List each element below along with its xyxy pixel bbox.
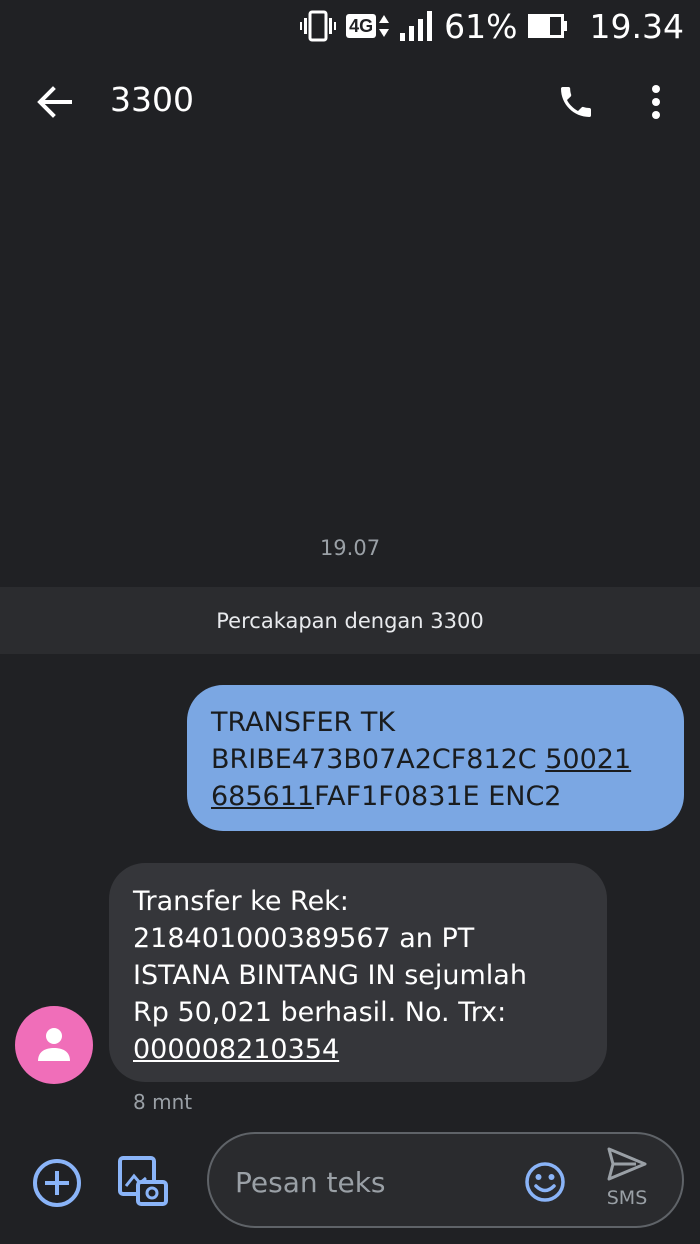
message-line: 685611FAF1F0831E ENC2 xyxy=(211,778,660,815)
send-icon xyxy=(607,1147,647,1181)
sender-avatar[interactable] xyxy=(15,1006,93,1084)
app-bar: 3300 xyxy=(0,60,700,144)
gallery-camera-icon xyxy=(118,1156,168,1206)
gallery-button[interactable] xyxy=(116,1154,170,1208)
avatar-person-icon xyxy=(38,1028,70,1061)
message-line: ISTANA BINTANG IN sejumlah xyxy=(133,960,527,991)
message-line: TRANSFER TK xyxy=(211,707,396,738)
phone-number-link-cont[interactable]: 685611 xyxy=(211,781,314,812)
vibrate-icon xyxy=(300,10,337,42)
message-line: Transfer ke Rek: xyxy=(133,886,349,917)
message-line: Rp 50,021 berhasil. No. Trx: xyxy=(133,997,507,1028)
add-circle-icon xyxy=(33,1159,81,1207)
more-vert-icon xyxy=(652,85,660,119)
message-text: BRIBE473B07A2CF812C xyxy=(211,744,546,775)
more-options-button[interactable] xyxy=(632,78,680,126)
trx-number-link[interactable]: 000008210354 xyxy=(133,1034,339,1065)
call-button[interactable] xyxy=(550,78,602,126)
back-arrow-icon xyxy=(37,86,72,118)
battery-percent: 61% xyxy=(444,6,518,46)
add-attachment-button[interactable] xyxy=(30,1156,84,1210)
network-type-label: 4G xyxy=(346,14,377,38)
emoji-button[interactable] xyxy=(523,1160,567,1204)
message-input[interactable] xyxy=(235,1160,505,1204)
phone-number-link[interactable]: 50021 xyxy=(545,744,631,775)
conversation-title: 3300 xyxy=(110,80,194,119)
message-text: FAF1F0831E ENC2 xyxy=(314,781,562,812)
send-button[interactable]: SMS xyxy=(595,1146,659,1218)
date-separator: 19.07 xyxy=(319,536,381,560)
signal-icon xyxy=(400,11,434,41)
message-line: BRIBE473B07A2CF812C 50021 xyxy=(211,741,660,778)
network-4g-icon: 4G xyxy=(346,13,390,39)
message-line: 218401000389567 an PT xyxy=(133,923,475,954)
conversation-banner: Percakapan dengan 3300 xyxy=(0,587,700,654)
outgoing-message-bubble[interactable]: TRANSFER TK BRIBE473B07A2CF812C 50021 68… xyxy=(187,685,684,831)
send-label: SMS xyxy=(606,1187,648,1209)
emoji-icon xyxy=(525,1162,565,1202)
phone-icon xyxy=(561,87,591,117)
message-timestamp: 8 mnt xyxy=(133,1090,193,1114)
battery-icon xyxy=(527,14,568,38)
compose-bar: SMS xyxy=(207,1132,684,1228)
incoming-message-bubble[interactable]: Transfer ke Rek: 218401000389567 an PT I… xyxy=(109,863,607,1082)
status-bar: 4G 61% 19.34 xyxy=(0,0,700,52)
status-time: 19.34 xyxy=(589,6,684,46)
back-button[interactable] xyxy=(28,78,80,126)
message-line: 000008210354 xyxy=(133,1031,583,1068)
